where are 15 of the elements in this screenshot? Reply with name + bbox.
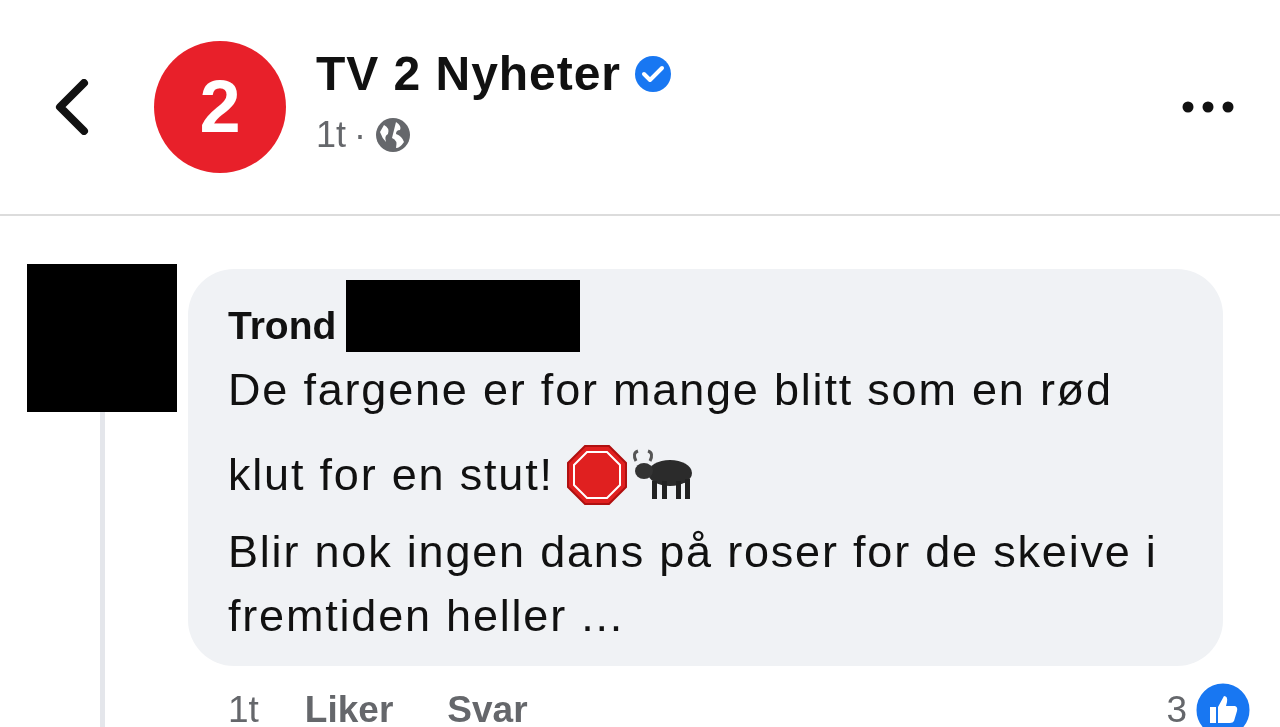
more-options-icon[interactable]	[1182, 101, 1234, 113]
comment-action-link[interactable]: Liker	[304, 681, 394, 727]
separator-dot: ·	[354, 113, 367, 157]
comment-author[interactable]: Trond	[228, 297, 337, 356]
comment-text: Blir nok ingen dans på roser for de skeive i fremtiden heller ...	[228, 525, 1158, 641]
stop-sign-icon	[565, 443, 628, 506]
page-name[interactable]: TV 2 Nyheter	[316, 44, 621, 104]
globe-icon	[374, 116, 413, 154]
page-logo[interactable]: 2	[154, 41, 286, 173]
comment-text: De fargene er for mange blitt som en rød	[228, 363, 1113, 415]
comment-text: klut for en stut!	[228, 447, 554, 502]
comment-action-link[interactable]: Svar	[447, 681, 528, 727]
post-time: 1t	[316, 113, 347, 157]
comment-time: 1t	[228, 687, 259, 727]
reaction-count: 3	[1166, 687, 1187, 727]
